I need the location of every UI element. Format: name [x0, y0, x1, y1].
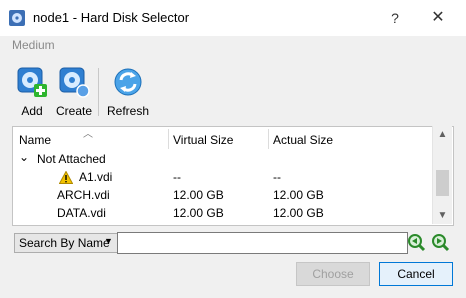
disk-name: A1.vdi: [79, 170, 113, 184]
search-next-icon[interactable]: [430, 232, 450, 252]
disk-table[interactable]: ︿ Name Virtual Size Actual Size ⌄ Not At…: [12, 126, 454, 226]
virtual-size: 12.00 GB: [173, 206, 224, 220]
collapse-chevron-icon[interactable]: ⌄: [19, 149, 29, 166]
add-button[interactable]: Add: [8, 66, 56, 120]
help-button[interactable]: ?: [381, 4, 409, 32]
column-divider[interactable]: [168, 129, 169, 149]
table-row[interactable]: DATA.vdi 12.00 GB 12.00 GB: [13, 205, 433, 222]
hard-disk-app-icon: [9, 10, 25, 26]
actual-size: 12.00 GB: [273, 206, 324, 220]
scroll-up-icon[interactable]: ▲: [433, 126, 452, 143]
table-row[interactable]: A1.vdi -- --: [13, 169, 433, 186]
search-previous-icon[interactable]: [406, 232, 426, 252]
table-row[interactable]: ARCH.vdi 12.00 GB 12.00 GB: [13, 187, 433, 204]
toolbar-separator: [98, 68, 99, 116]
scroll-down-icon[interactable]: ▼: [433, 207, 452, 224]
close-button[interactable]: ✕: [424, 4, 452, 32]
create-disk-icon: [59, 67, 90, 98]
add-disk-icon: [17, 67, 47, 97]
refresh-button[interactable]: Refresh: [104, 66, 152, 120]
create-label: Create: [55, 104, 93, 118]
search-input[interactable]: [117, 232, 408, 254]
dropdown-arrow-icon[interactable]: ▼: [104, 236, 113, 246]
actual-size: 12.00 GB: [273, 188, 324, 202]
virtual-size: --: [173, 170, 181, 184]
create-button[interactable]: Create: [50, 66, 98, 120]
refresh-icon: [114, 68, 142, 96]
refresh-label: Refresh: [106, 104, 150, 118]
actual-size: --: [273, 170, 281, 184]
vertical-scrollbar[interactable]: ▲ ▼: [432, 126, 452, 224]
add-label: Add: [21, 104, 43, 118]
disk-name: DATA.vdi: [57, 206, 106, 220]
warning-icon: [59, 171, 73, 184]
cancel-button[interactable]: Cancel: [379, 262, 453, 286]
disk-name: ARCH.vdi: [57, 188, 110, 202]
sort-up-icon: ︿: [83, 129, 93, 140]
group-label: Not Attached: [37, 152, 106, 166]
column-header-virtual-size[interactable]: Virtual Size: [173, 127, 233, 153]
virtual-size: 12.00 GB: [173, 188, 224, 202]
scrollbar-thumb[interactable]: [436, 170, 449, 196]
group-row-not-attached[interactable]: ⌄ Not Attached: [13, 149, 433, 168]
column-header-actual-size[interactable]: Actual Size: [273, 127, 333, 153]
column-divider[interactable]: [268, 129, 269, 149]
choose-button[interactable]: Choose: [296, 262, 370, 286]
medium-section-label: Medium: [12, 38, 55, 52]
window-title: node1 - Hard Disk Selector: [33, 10, 190, 25]
